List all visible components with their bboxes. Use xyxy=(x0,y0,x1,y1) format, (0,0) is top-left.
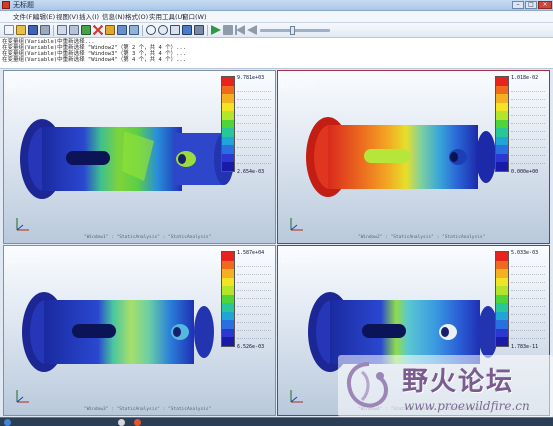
taskbar xyxy=(0,417,553,426)
message-line: 在变量组(Variable)中重新选择 "Window4"（第 4 个，共 4 … xyxy=(2,57,187,63)
watermark-title: 野火论坛 xyxy=(402,367,515,397)
results-window-icon[interactable] xyxy=(81,25,91,35)
application-window: 无标题 – □ × 文件(F) 编辑(E) 视图(V) 插入(I) 信息(N) … xyxy=(0,0,553,426)
coordinate-triad-icon xyxy=(290,218,303,231)
legend-min-value: 6.526e-03 xyxy=(237,344,265,350)
window-footer: "Window1" : "StaticAnalysis" : "StaticAn… xyxy=(84,235,212,240)
coordinate-triad-icon xyxy=(290,390,303,403)
toolbar-separator xyxy=(207,25,208,36)
legend-min-value: 0.000e+00 xyxy=(511,169,539,175)
color-legend: 1.587e+04 6.526e-03 xyxy=(221,250,273,371)
watermark: 野火论坛 www.proewildfire.cn xyxy=(338,355,553,417)
format-icon[interactable] xyxy=(129,25,139,35)
title-bar: 无标题 – □ × xyxy=(0,0,553,11)
result-label: 载荷:LoadSet1 xyxy=(7,85,41,90)
menu-bar: 文件(F) 编辑(E) 视图(V) 插入(I) 信息(N) 格式(O) 实用工具… xyxy=(0,11,553,23)
animation-slider-thumb[interactable] xyxy=(290,26,295,35)
orient-icon[interactable] xyxy=(182,25,192,35)
menu-format[interactable]: 格式(O) xyxy=(125,11,148,23)
refit-icon[interactable] xyxy=(170,25,180,35)
stop-icon[interactable] xyxy=(223,25,233,35)
taskbar-app-icon[interactable] xyxy=(134,419,141,426)
legend-max-value: 1.018e-02 xyxy=(511,75,539,81)
view-list-icon[interactable] xyxy=(194,25,204,35)
color-legend: 9.781e+03 2.654e-03 xyxy=(221,75,273,196)
toolbar-separator xyxy=(53,25,54,36)
zoom-out-icon[interactable] xyxy=(158,25,168,35)
legend-color-bar xyxy=(495,251,509,347)
animation-slider[interactable] xyxy=(260,29,330,32)
watermark-url: www.proewildfire.cn xyxy=(404,399,530,413)
maximize-button[interactable]: □ xyxy=(525,1,537,9)
legend-color-bar xyxy=(221,251,235,347)
menu-info[interactable]: 信息(N) xyxy=(102,11,125,23)
result-label: 变形比例 1.00 xyxy=(281,79,313,84)
result-label: 载荷:LoadSet1 xyxy=(281,260,315,265)
print-icon[interactable] xyxy=(40,25,50,35)
paste-icon[interactable] xyxy=(69,25,79,35)
legend-color-bar xyxy=(495,76,509,172)
result-label: 位移 Mag xyxy=(281,73,301,78)
menu-utilities[interactable]: 实用工具(U) xyxy=(149,11,185,23)
legend-max-value: 1.587e+04 xyxy=(237,250,265,256)
result-label: 最大主应力 xyxy=(7,248,30,253)
legend-max-value: 9.781e+03 xyxy=(237,75,265,81)
coordinate-triad-icon xyxy=(16,218,29,231)
app-icon xyxy=(2,1,10,9)
minimize-button[interactable]: – xyxy=(512,1,524,9)
forum-logo-icon xyxy=(347,362,388,408)
toolbar-separator xyxy=(142,25,143,36)
delete-icon[interactable] xyxy=(93,25,103,35)
menu-edit[interactable]: 编辑(E) xyxy=(33,11,55,23)
result-window-2[interactable]: 位移 Mag 变形比例 1.00 载荷:LoadSet1 1.018e-02 0… xyxy=(277,70,550,244)
zoom-in-icon[interactable] xyxy=(146,25,156,35)
result-window-1[interactable]: von Mises 应力 变形比例 1.00 载荷:LoadSet1 9.781… xyxy=(3,70,276,244)
result-label: von Mises 应力 xyxy=(7,73,44,78)
result-label: 载荷:LoadSet1 xyxy=(7,260,41,265)
menu-window[interactable]: 窗口(W) xyxy=(182,11,207,23)
message-area: 在变量组(Variable)中重新选择... 在变量组(Variable)中重新… xyxy=(0,38,553,69)
result-window-3[interactable]: 最大主应力 变形比例 1.00 载荷:LoadSet1 1.587e+04 6.… xyxy=(3,245,276,416)
menu-view[interactable]: 视图(V) xyxy=(56,11,79,23)
close-button[interactable]: × xyxy=(538,1,552,9)
menu-insert[interactable]: 插入(I) xyxy=(79,11,99,23)
color-legend: 5.033e-03 1.783e-11 xyxy=(495,250,547,371)
step-back-icon[interactable] xyxy=(247,25,257,35)
open-folder-icon[interactable] xyxy=(16,25,26,35)
save-icon[interactable] xyxy=(28,25,38,35)
legend-ticks xyxy=(237,259,271,343)
rewind-icon[interactable] xyxy=(235,25,245,35)
play-icon[interactable] xyxy=(211,25,221,35)
legend-ticks xyxy=(511,259,545,343)
result-label: 载荷:LoadSet1 xyxy=(281,85,315,90)
new-file-icon[interactable] xyxy=(4,25,14,35)
legend-ticks xyxy=(511,84,545,168)
legend-ticks xyxy=(237,84,271,168)
result-label: 变形比例 1.00 xyxy=(7,79,39,84)
window-title: 无标题 xyxy=(13,1,34,9)
start-icon[interactable] xyxy=(4,419,11,426)
result-label: 变形比例 1.00 xyxy=(281,254,313,259)
edit-icon[interactable] xyxy=(105,25,115,35)
legend-min-value: 2.654e-03 xyxy=(237,169,265,175)
copy-icon[interactable] xyxy=(57,25,67,35)
legend-max-value: 5.033e-03 xyxy=(511,250,539,256)
taskbar-app-icon[interactable] xyxy=(118,419,125,426)
color-legend: 1.018e-02 0.000e+00 xyxy=(495,75,547,196)
result-label: 应变 von Mises xyxy=(281,248,318,253)
menu-file[interactable]: 文件(F) xyxy=(13,11,35,23)
coordinate-triad-icon xyxy=(16,390,29,403)
legend-min-value: 1.783e-11 xyxy=(511,344,539,350)
result-label: 变形比例 1.00 xyxy=(7,254,39,259)
legend-color-bar xyxy=(221,76,235,172)
toolbar xyxy=(0,23,553,38)
window-footer: "Window3" : "StaticAnalysis" : "StaticAn… xyxy=(84,407,212,412)
window-footer: "Window2" : "StaticAnalysis" : "StaticAn… xyxy=(358,235,486,240)
show-icon[interactable] xyxy=(117,25,127,35)
